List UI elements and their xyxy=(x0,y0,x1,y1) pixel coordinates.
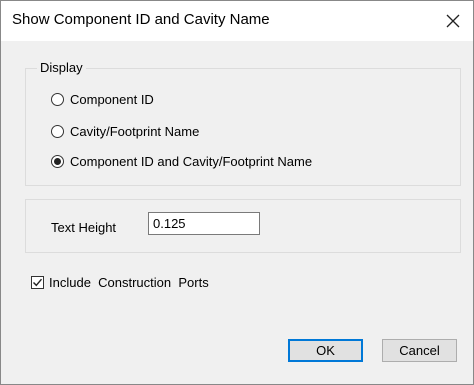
cancel-button[interactable]: Cancel xyxy=(382,339,457,362)
display-group: Display Component ID Cavity/Footprint Na… xyxy=(25,60,461,186)
radio-label: Component ID xyxy=(70,91,154,107)
text-height-label: Text Height xyxy=(51,220,117,235)
ok-button[interactable]: OK xyxy=(288,339,363,362)
include-construction-ports-checkbox[interactable]: Include Construction Ports xyxy=(31,273,209,291)
title-bar: Show Component ID and Cavity Name xyxy=(1,1,473,41)
checkbox[interactable] xyxy=(31,275,44,289)
radio-button[interactable] xyxy=(51,92,64,106)
checkmark-icon xyxy=(33,278,43,286)
checkbox-label: Include Construction Ports xyxy=(49,274,209,290)
radio-component-id[interactable]: Component ID xyxy=(51,90,154,108)
radio-button[interactable] xyxy=(51,124,64,138)
display-group-legend: Display xyxy=(37,60,86,75)
dialog-window: Show Component ID and Cavity Name Displa… xyxy=(0,0,474,385)
dialog-title: Show Component ID and Cavity Name xyxy=(12,11,270,28)
radio-component-id-and-cavity-name[interactable]: Component ID and Cavity/Footprint Name xyxy=(51,152,312,170)
radio-label: Cavity/Footprint Name xyxy=(70,123,200,139)
close-icon xyxy=(446,14,460,28)
text-height-group: Text Height xyxy=(25,199,461,253)
radio-label: Component ID and Cavity/Footprint Name xyxy=(70,153,313,169)
radio-selected-dot xyxy=(54,157,61,165)
text-height-input[interactable] xyxy=(148,212,260,235)
radio-button[interactable] xyxy=(51,154,64,168)
close-button[interactable] xyxy=(439,7,467,35)
radio-cavity-footprint-name[interactable]: Cavity/Footprint Name xyxy=(51,122,199,140)
